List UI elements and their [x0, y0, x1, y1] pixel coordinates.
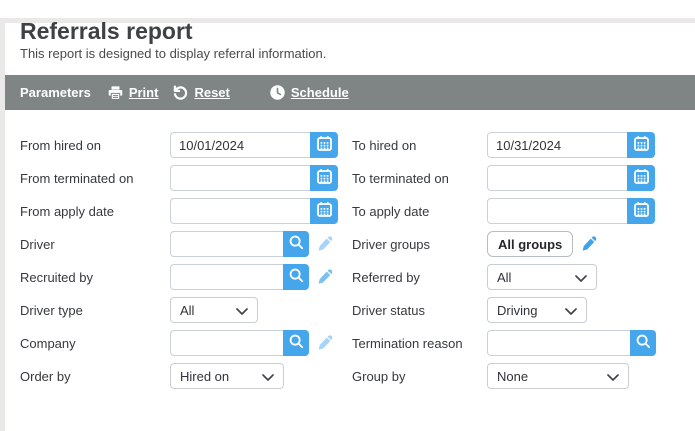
driver-status-selected-value: Driving: [497, 303, 537, 318]
driver-type-selected-value: All: [180, 303, 194, 318]
clock-icon: [269, 84, 286, 101]
field-label-driver-groups: Driver groups: [352, 237, 487, 252]
field-label-recruited-by: Recruited by: [20, 270, 170, 285]
calendar-icon: [316, 201, 333, 221]
to-terminated-on-calendar-button[interactable]: [627, 165, 655, 191]
field-label-from-terminated-on: From terminated on: [20, 171, 170, 186]
field-label-company: Company: [20, 336, 170, 351]
group-by-selected-value: None: [497, 369, 528, 384]
referred-by-select[interactable]: All: [487, 264, 597, 290]
to-apply-date-input[interactable]: [487, 198, 627, 224]
search-icon: [288, 333, 305, 353]
driver-groups-button[interactable]: All groups: [487, 231, 573, 257]
termination-reason-search-button[interactable]: [630, 330, 656, 356]
company-input[interactable]: [170, 330, 283, 356]
to-hired-on-input[interactable]: [487, 132, 627, 158]
termination-reason-input[interactable]: [487, 330, 630, 356]
printer-icon: [107, 85, 124, 101]
from-apply-date-input[interactable]: [170, 198, 310, 224]
parameters-form: From hired on To hired on From terminate…: [20, 132, 695, 389]
field-label-referred-by: Referred by: [352, 270, 487, 285]
parameters-tab-label: Parameters: [20, 85, 91, 100]
order-by-select[interactable]: Hired on: [170, 363, 284, 389]
chevron-down-icon: [236, 303, 248, 318]
field-label-from-hired-on: From hired on: [20, 138, 170, 153]
driver-edit-pencil-icon[interactable]: [316, 235, 334, 253]
chevron-down-icon: [565, 303, 577, 318]
field-label-from-apply-date: From apply date: [20, 204, 170, 219]
field-label-driver: Driver: [20, 237, 170, 252]
referrals-report-page: Referrals report This report is designed…: [0, 18, 695, 389]
schedule-button[interactable]: Schedule: [269, 84, 349, 101]
from-hired-on-calendar-button[interactable]: [310, 132, 338, 158]
search-icon: [288, 267, 305, 287]
field-label-to-hired-on: To hired on: [352, 138, 487, 153]
reset-button[interactable]: Reset: [172, 84, 229, 101]
field-label-order-by: Order by: [20, 369, 170, 384]
rotate-left-icon: [172, 84, 189, 101]
to-apply-date-calendar-button[interactable]: [627, 198, 655, 224]
chevron-down-icon: [575, 270, 587, 285]
company-search-button[interactable]: [283, 330, 309, 356]
print-button[interactable]: Print: [107, 85, 159, 101]
driver-input[interactable]: [170, 231, 283, 257]
calendar-icon: [316, 135, 333, 155]
recruited-by-edit-pencil-icon[interactable]: [316, 268, 334, 286]
from-apply-date-calendar-button[interactable]: [310, 198, 338, 224]
page-title: Referrals report: [20, 18, 695, 44]
company-edit-pencil-icon[interactable]: [316, 334, 334, 352]
recruited-by-search-button[interactable]: [283, 264, 309, 290]
page-subtitle: This report is designed to display refer…: [20, 46, 695, 61]
driver-type-select[interactable]: All: [170, 297, 258, 323]
to-hired-on-calendar-button[interactable]: [627, 132, 655, 158]
driver-search-button[interactable]: [283, 231, 309, 257]
schedule-button-label: Schedule: [291, 85, 349, 100]
driver-groups-edit-pencil-icon[interactable]: [580, 235, 598, 253]
from-terminated-on-calendar-button[interactable]: [310, 165, 338, 191]
driver-status-select[interactable]: Driving: [487, 297, 587, 323]
calendar-icon: [633, 135, 650, 155]
chevron-down-icon: [262, 369, 274, 384]
referred-by-selected-value: All: [497, 270, 511, 285]
field-label-termination-reason: Termination reason: [352, 336, 487, 351]
reset-button-label: Reset: [194, 85, 229, 100]
calendar-icon: [316, 168, 333, 188]
field-label-to-terminated-on: To terminated on: [352, 171, 487, 186]
group-by-select[interactable]: None: [487, 363, 629, 389]
recruited-by-input[interactable]: [170, 264, 283, 290]
field-label-group-by: Group by: [352, 369, 487, 384]
field-label-driver-status: Driver status: [352, 303, 487, 318]
to-terminated-on-input[interactable]: [487, 165, 627, 191]
search-icon: [288, 234, 305, 254]
from-terminated-on-input[interactable]: [170, 165, 310, 191]
chevron-down-icon: [607, 369, 619, 384]
calendar-icon: [633, 201, 650, 221]
search-icon: [635, 333, 652, 353]
calendar-icon: [633, 168, 650, 188]
field-label-driver-type: Driver type: [20, 303, 170, 318]
order-by-selected-value: Hired on: [180, 369, 229, 384]
toolbar: Parameters Print Reset: [5, 75, 695, 110]
print-button-label: Print: [129, 85, 159, 100]
field-label-to-apply-date: To apply date: [352, 204, 487, 219]
from-hired-on-input[interactable]: [170, 132, 310, 158]
